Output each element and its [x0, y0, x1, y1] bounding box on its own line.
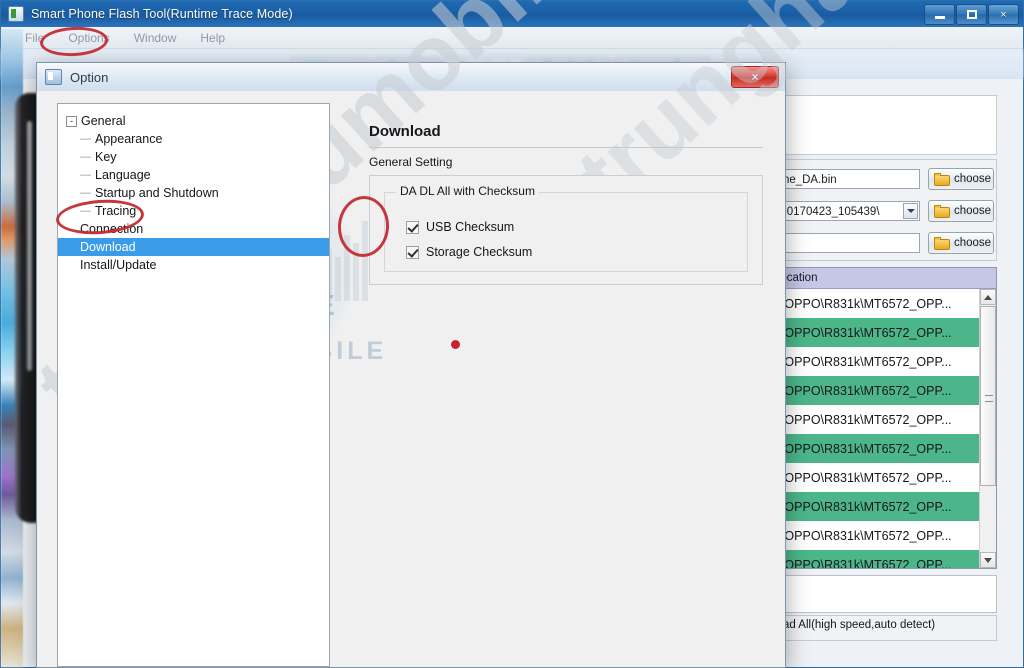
tree-item-label: Connection	[80, 222, 144, 236]
download-panel: One_DA.bin choose _20170423_105439\ choo…	[761, 89, 1009, 655]
partition-list-inner: Location a\OPPO\R831k\MT6572_OPP... a\OP…	[770, 268, 996, 568]
option-dialog-body: H MOBILE TRUNG HAU MOBILE trunghaumobile…	[18, 0, 1024, 667]
app-icon	[8, 6, 24, 22]
tree-item-label: Tracing	[95, 204, 137, 218]
table-row[interactable]: a\OPPO\R831k\MT6572_OPP...	[770, 521, 996, 550]
minimize-icon	[934, 16, 945, 19]
tree-item-download[interactable]: Download	[58, 238, 329, 256]
option-dialog-title: Option	[70, 69, 109, 85]
red-dot-marker	[451, 340, 460, 349]
collapse-icon[interactable]: -	[66, 115, 77, 127]
table-row[interactable]: a\OPPO\R831k\MT6572_OPP...	[770, 318, 996, 347]
tree-branch-icon: —	[80, 133, 91, 145]
auth-choose-label: choose	[954, 237, 992, 249]
tree-item-connection[interactable]: Connection	[58, 220, 329, 238]
option-category-tree[interactable]: - General — Appearance — Key — Language …	[57, 103, 330, 667]
tree-branch-icon: —	[80, 187, 91, 199]
menu-item-help[interactable]: Help	[188, 29, 237, 47]
download-mode-box: load All(high speed,auto detect)	[769, 615, 997, 641]
general-setting-label: General Setting	[369, 155, 453, 169]
tree-item-language[interactable]: — Language	[58, 166, 329, 184]
folder-icon	[934, 172, 950, 186]
tree-item-startup-and-shutdown[interactable]: — Startup and Shutdown	[58, 184, 329, 202]
tree-item-label: Key	[95, 150, 117, 164]
maximize-button[interactable]	[956, 4, 987, 25]
scatter-choose-button[interactable]: choose	[928, 200, 994, 222]
option-dialog: Option × H MOBILE TRUNG HAU MOBILE t	[18, 0, 1024, 668]
auth-file-row: choose	[770, 232, 994, 254]
chevron-down-icon[interactable]	[903, 203, 918, 219]
table-row[interactable]: a\OPPO\R831k\MT6572_OPP...	[770, 434, 996, 463]
checksum-group-label: DA DL All with Checksum	[396, 184, 539, 198]
tree-item-label: Startup and Shutdown	[95, 186, 219, 200]
scroll-up-icon[interactable]	[980, 289, 996, 305]
page-title: Download	[369, 123, 441, 140]
tree-item-install-update[interactable]: Install/Update	[58, 256, 329, 274]
option-window-icon	[45, 69, 62, 85]
scatter-file-row: _20170423_105439\ choose	[770, 200, 994, 222]
tree-item-label: Language	[95, 168, 151, 182]
partition-list: Location a\OPPO\R831k\MT6572_OPP... a\OP…	[769, 267, 997, 569]
folder-icon	[934, 236, 950, 250]
tree-item-label: Download	[80, 240, 136, 254]
list-vertical-scrollbar[interactable]	[979, 289, 996, 568]
table-row[interactable]: a\OPPO\R831k\MT6572_OPP...	[770, 289, 996, 318]
table-row[interactable]: a\OPPO\R831k\MT6572_OPP...	[770, 347, 996, 376]
maximize-icon	[966, 10, 977, 19]
auth-file-input[interactable]	[770, 233, 920, 253]
table-row[interactable]: a\OPPO\R831k\MT6572_OPP...	[770, 376, 996, 405]
table-row[interactable]: a\OPPO\R831k\MT6572_OPP...	[770, 492, 996, 521]
column-header-location[interactable]: Location	[770, 268, 996, 289]
da-file-input[interactable]: One_DA.bin	[770, 169, 920, 189]
tree-item-label: Install/Update	[80, 258, 157, 272]
storage-checksum-checkbox[interactable]	[406, 245, 419, 259]
tree-item-general[interactable]: - General	[58, 112, 329, 130]
menu-item-options[interactable]: Options	[56, 29, 121, 47]
scatter-file-combo[interactable]: _20170423_105439\	[770, 201, 920, 221]
scatter-file-value: _20170423_105439\	[774, 206, 880, 218]
tree-item-label: Appearance	[95, 132, 163, 146]
tree-branch-icon: —	[80, 151, 91, 163]
window-controls: ×	[924, 4, 1019, 25]
folder-icon	[934, 204, 950, 218]
file-selection-group: One_DA.bin choose _20170423_105439\ choo…	[769, 159, 997, 261]
download-mode-label: load All(high speed,auto detect)	[774, 619, 936, 631]
top-info-box	[769, 95, 997, 155]
auth-choose-button[interactable]: choose	[928, 232, 994, 254]
tree-branch-icon: —	[80, 205, 91, 217]
scatter-choose-label: choose	[954, 205, 992, 217]
option-dialog-close-button[interactable]: ×	[731, 66, 779, 88]
phone-glare-overlay	[27, 121, 32, 371]
tree-item-appearance[interactable]: — Appearance	[58, 130, 329, 148]
menubar: File Options Window Help	[1, 27, 1023, 49]
tree-item-tracing[interactable]: — Tracing	[58, 202, 329, 220]
table-row[interactable]: a\OPPO\R831k\MT6572_OPP...	[770, 550, 996, 568]
scrollbar-thumb[interactable]	[980, 306, 996, 486]
tree-item-key[interactable]: — Key	[58, 148, 329, 166]
close-button[interactable]: ×	[988, 4, 1019, 25]
usb-checksum-row[interactable]: USB Checksum	[406, 220, 514, 234]
storage-checksum-row[interactable]: Storage Checksum	[406, 245, 532, 259]
usb-checksum-label: USB Checksum	[426, 220, 515, 234]
tree-branch-icon: —	[80, 169, 91, 181]
storage-checksum-label: Storage Checksum	[426, 245, 533, 259]
da-choose-button[interactable]: choose	[928, 168, 994, 190]
minimize-button[interactable]	[924, 4, 955, 25]
usb-checksum-checkbox[interactable]	[406, 220, 419, 234]
da-file-row: One_DA.bin choose	[770, 168, 994, 190]
menu-item-window[interactable]: Window	[122, 29, 189, 47]
scroll-down-icon[interactable]	[980, 552, 996, 568]
general-setting-group: DA DL All with Checksum USB Checksum Sto…	[369, 175, 763, 285]
status-box	[769, 575, 997, 613]
tree-item-label: General	[81, 114, 126, 128]
divider	[369, 147, 763, 148]
option-content-pane: Download General Setting DA DL All with …	[347, 103, 771, 667]
table-row[interactable]: a\OPPO\R831k\MT6572_OPP...	[770, 463, 996, 492]
window-titlebar: Smart Phone Flash Tool(Runtime Trace Mod…	[1, 1, 1023, 28]
window-title: Smart Phone Flash Tool(Runtime Trace Mod…	[31, 7, 293, 21]
table-row[interactable]: a\OPPO\R831k\MT6572_OPP...	[770, 405, 996, 434]
option-dialog-titlebar: Option ×	[37, 63, 785, 92]
da-choose-label: choose	[954, 173, 992, 185]
